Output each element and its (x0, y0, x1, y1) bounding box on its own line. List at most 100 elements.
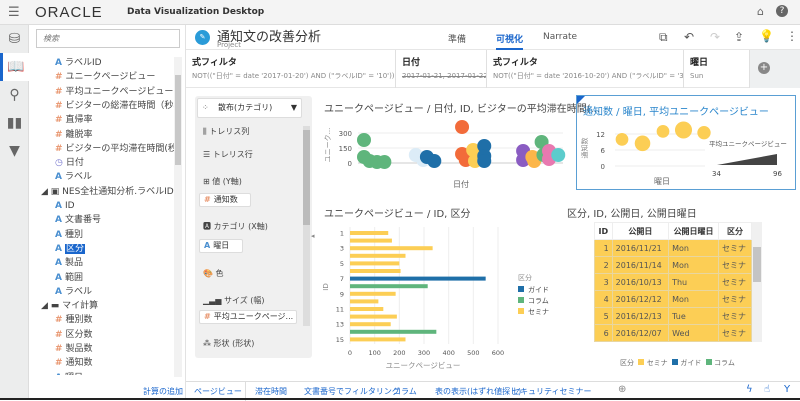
color-section[interactable]: 🎨 色 (195, 268, 302, 279)
tree-item[interactable]: # 通知数 (55, 357, 93, 370)
bar[interactable] (350, 238, 392, 243)
canvas-tab[interactable]: セキュリティセミナー (512, 386, 592, 397)
bar[interactable] (350, 284, 428, 289)
legend-label[interactable]: ガイド (528, 285, 549, 294)
column-header[interactable]: 区分 (718, 222, 752, 240)
values-section[interactable]: ⊞ 値 (Y軸) (195, 176, 302, 187)
tree-item[interactable]: # 離脱率 (55, 129, 93, 142)
legend-label[interactable]: セミナ (647, 359, 668, 367)
filter-card-date[interactable]: 日付 2017-01-21, 2017-01-22 (396, 50, 487, 88)
bar[interactable] (350, 329, 437, 334)
hamburger-menu-icon[interactable]: ☰ (8, 5, 20, 20)
undo-icon[interactable]: ↶ (684, 30, 694, 44)
add-calculation-link[interactable]: 計算の追加 (143, 386, 183, 397)
present-icon[interactable]: ⧉ (659, 30, 668, 45)
add-insight-icon[interactable]: 💡 (759, 29, 774, 43)
data-elements-book-icon[interactable]: 📖 (0, 53, 29, 81)
bar[interactable] (350, 322, 391, 327)
add-canvas-icon[interactable]: ⊕ (618, 384, 626, 395)
bar[interactable] (350, 307, 384, 311)
canvas-tab[interactable]: 表の表示(はずれ値探し) (435, 386, 521, 397)
tree-item[interactable]: ◢ ▬ マイ計算 (41, 300, 98, 313)
tree-item[interactable]: A ラベル (55, 286, 92, 299)
database-icon[interactable]: ⛁ (0, 25, 29, 53)
redo-icon[interactable]: ↷ (710, 30, 720, 44)
canvas-tab[interactable]: 滞在時間 (255, 386, 287, 397)
analytics-icon[interactable]: ⚲ (0, 81, 29, 109)
scatter-point[interactable] (615, 132, 629, 146)
bar[interactable] (350, 231, 389, 235)
legend-label[interactable]: セミナ (528, 308, 549, 316)
scatter-point[interactable] (477, 154, 492, 168)
column-header[interactable]: ID (594, 222, 613, 240)
table-row[interactable]: 2 2016/11/14 Mon セミナ (594, 256, 752, 274)
scatter-point[interactable] (357, 133, 371, 147)
scatter-point[interactable] (697, 125, 711, 140)
bar[interactable] (350, 291, 396, 296)
trellis-rows-section[interactable]: ☰ トレリス行 (195, 149, 302, 160)
tree-item[interactable]: # 区分数 (55, 329, 93, 342)
legend-label[interactable]: ガイド (680, 359, 701, 367)
bar-chart-id[interactable]: 0 100 200 300 400 500 60013579111315ユニークページビュー… (318, 222, 568, 372)
scatter-chart-date[interactable]: 0 150 300 日付 ユニーク... (318, 115, 568, 190)
filter-card-expression-1[interactable]: 式フィルタ NOT(("日付" = date '2017-01-20') AND … (186, 50, 396, 88)
scatter-point[interactable] (634, 135, 651, 152)
viz-type-dropdown[interactable]: ⁘ 散布(カテゴリ) ▼ (197, 98, 302, 118)
size-pill[interactable]: # 平均ユニークページ... (199, 310, 297, 324)
tree-item[interactable]: # 直帰率 (55, 114, 93, 127)
home-icon[interactable]: ⌂ (757, 5, 764, 18)
canvas-tab[interactable]: コラム (393, 386, 417, 397)
hand-icon[interactable]: ☝ (764, 384, 770, 395)
column-header[interactable]: 公開日 (611, 222, 670, 240)
bar[interactable] (350, 261, 400, 266)
table-scrollbar[interactable] (752, 222, 762, 342)
bar[interactable] (350, 314, 397, 319)
tree-item[interactable]: A ラベルID (55, 57, 102, 70)
size-section[interactable]: ▁▃▅ サイズ (幅) (195, 295, 302, 306)
tree-item[interactable]: ◢ ▣ NES全社通知分析.ラベルID (41, 186, 174, 199)
auto-insight-icon[interactable]: ϟ (746, 384, 753, 395)
tree-scrollbar[interactable] (174, 57, 182, 377)
scatter-chart-weekday[interactable]: 0 6 12 曜日 通知数 平均ユニークページビュー 34 96 (577, 118, 795, 188)
tree-item[interactable]: A 製品 (55, 257, 83, 270)
scatter-point[interactable] (551, 148, 566, 162)
export-icon[interactable]: ⇪ (734, 30, 744, 44)
trellis-columns-section[interactable]: ⫼ トレリス列 (195, 126, 302, 137)
scatter-point[interactable] (656, 124, 670, 138)
tab-narrate[interactable]: Narrate (543, 32, 577, 42)
grammar-scrollbar[interactable] (303, 126, 310, 326)
legend-label[interactable]: コラム (714, 359, 735, 367)
tree-item[interactable]: # 平均ユニークページビュー (55, 86, 173, 99)
canvas-tab[interactable]: 文書番号でフィルタリング (304, 386, 400, 397)
tree-item[interactable]: A曜日 (55, 372, 83, 375)
tab-visualize[interactable]: 可視化 (496, 32, 524, 50)
tree-item[interactable]: A 種別 (55, 229, 83, 242)
tree-item[interactable]: A 範囲 (55, 272, 83, 285)
tree-item[interactable]: A 区分 (55, 243, 85, 256)
bar[interactable] (350, 246, 433, 251)
table-row[interactable]: 5 2016/12/13 Tue セミナ (594, 307, 752, 325)
scatter-point[interactable] (455, 120, 470, 134)
legend-label[interactable]: コラム (528, 297, 549, 305)
collapse-panel-icon[interactable]: ◂ (311, 232, 315, 240)
tree-item[interactable]: # ビジターの平均滞在時間(秒) (55, 143, 174, 156)
values-pill[interactable]: # 通知数 (199, 193, 251, 207)
shape-section[interactable]: ⁂ 形状 (形状) (195, 338, 302, 349)
canvas-tab[interactable]: ページビュー (194, 386, 242, 397)
table-row[interactable]: 3 2016/10/13 Thu セミナ (594, 273, 752, 291)
bar[interactable] (350, 276, 486, 281)
tree-item[interactable]: ◷ 日付 (55, 157, 84, 170)
tree-item[interactable]: # ビジターの総滞在時間（秒単 (55, 100, 174, 113)
add-filter-icon[interactable]: + (758, 62, 770, 74)
tree-item[interactable]: A 文書番号 (55, 214, 101, 227)
bar[interactable] (350, 299, 379, 304)
more-menu-icon[interactable]: ⋮ (786, 29, 798, 43)
column-header[interactable]: 公開日曜日 (668, 222, 720, 240)
bar[interactable] (350, 253, 406, 258)
filter-card-expression-2[interactable]: 式フィルタ NOT(("日付" = date '2016-10-20') AND … (487, 50, 684, 88)
bar[interactable] (350, 269, 401, 273)
table-row[interactable]: 1 2016/11/21 Mon セミナ (594, 239, 752, 257)
category-section[interactable]: 🅰 カテゴリ (X軸) (195, 221, 302, 232)
visualizations-bar-chart-icon[interactable]: ▮▮ (0, 109, 29, 137)
scatter-point[interactable] (377, 155, 392, 169)
